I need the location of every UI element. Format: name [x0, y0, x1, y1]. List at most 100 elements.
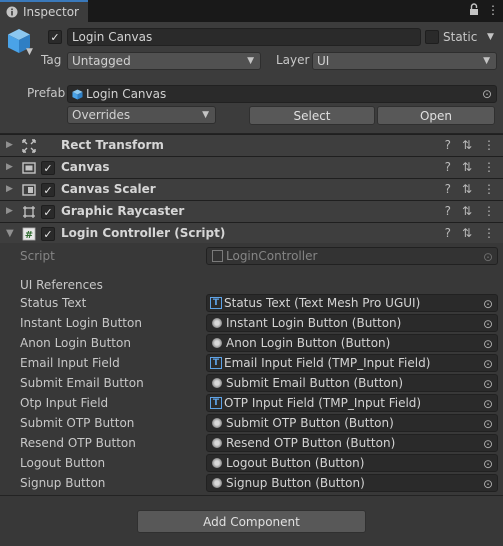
name-field[interactable]: Login Canvas: [67, 28, 421, 46]
object-picker-icon[interactable]: ⊙: [483, 397, 493, 411]
graphic-raycaster-icon: [23, 206, 35, 218]
field-value: Instant Login Button (Button): [226, 316, 402, 330]
object-picker-icon[interactable]: ⊙: [483, 437, 493, 451]
field-signup-button[interactable]: Signup Button (Button) ⊙: [206, 474, 498, 492]
object-picker-icon: ⊙: [482, 250, 493, 264]
layer-value: UI: [317, 54, 330, 68]
field-value: OTP Input Field (TMP_Input Field): [224, 396, 422, 410]
field-value: Submit Email Button (Button): [226, 376, 404, 390]
button-icon: [212, 438, 222, 448]
field-value: Anon Login Button (Button): [226, 336, 391, 350]
field-resend-otp-button[interactable]: Resend OTP Button (Button) ⊙: [206, 434, 498, 452]
preset-icon[interactable]: ⇅: [462, 138, 472, 152]
tab-controls: ⋮: [469, 3, 499, 17]
rect-transform-icon: [22, 139, 36, 153]
component-rect-transform[interactable]: ▶ Rect Transform ? ⇅ ⋮: [0, 134, 503, 156]
component-title: Graphic Raycaster: [61, 204, 185, 218]
component-canvas-scaler[interactable]: ▶ ✓ Canvas Scaler ? ⇅ ⋮: [0, 178, 503, 200]
fold-arrow-icon[interactable]: ▶: [6, 184, 13, 194]
fold-arrow-icon[interactable]: ▶: [6, 140, 13, 150]
menu-dots-icon[interactable]: ⋮: [483, 204, 495, 218]
script-file-icon: [212, 250, 223, 262]
info-icon: [6, 6, 18, 18]
prefab-field[interactable]: Login Canvas ⊙: [67, 85, 497, 103]
static-checkbox[interactable]: [425, 30, 439, 44]
tab-title: Inspector: [23, 5, 79, 19]
object-picker-icon[interactable]: ⊙: [483, 297, 493, 311]
icon-dropdown-arrow[interactable]: ▼: [26, 47, 33, 57]
preset-icon[interactable]: ⇅: [462, 226, 472, 240]
preset-icon[interactable]: ⇅: [462, 160, 472, 174]
menu-dots-icon[interactable]: ⋮: [483, 160, 495, 174]
button-icon: [212, 458, 222, 468]
component-canvas[interactable]: ▶ ✓ Canvas ? ⇅ ⋮: [0, 156, 503, 178]
help-icon[interactable]: ?: [445, 160, 451, 174]
field-logout-button[interactable]: Logout Button (Button) ⊙: [206, 454, 498, 472]
help-icon[interactable]: ?: [445, 182, 451, 196]
script-icon: #: [22, 227, 36, 241]
tab-inspector[interactable]: Inspector: [0, 0, 88, 22]
preset-icon[interactable]: ⇅: [462, 204, 472, 218]
object-picker-icon[interactable]: ⊙: [483, 357, 493, 371]
object-picker-icon[interactable]: ⊙: [482, 87, 492, 101]
divider: [0, 495, 503, 496]
button-icon: [212, 338, 222, 348]
script-label: Script: [20, 249, 55, 263]
enabled-checkbox[interactable]: ✓: [41, 227, 55, 241]
fold-arrow-icon[interactable]: ▶: [6, 206, 13, 216]
component-login-controller[interactable]: ▼ # ✓ Login Controller (Script) ? ⇅ ⋮: [0, 222, 503, 244]
enabled-checkbox[interactable]: ✓: [41, 161, 55, 175]
help-icon[interactable]: ?: [445, 138, 451, 152]
component-tools: ? ⇅ ⋮: [445, 182, 495, 196]
enabled-checkbox[interactable]: ✓: [41, 183, 55, 197]
field-otp-input-field[interactable]: T OTP Input Field (TMP_Input Field) ⊙: [206, 394, 498, 412]
active-checkbox[interactable]: ✓: [48, 30, 62, 44]
open-button[interactable]: Open: [377, 106, 495, 125]
component-title: Login Controller (Script): [61, 226, 226, 240]
tag-value: Untagged: [72, 54, 131, 68]
preset-icon[interactable]: ⇅: [462, 182, 472, 196]
select-button[interactable]: Select: [249, 106, 375, 125]
field-label-anon-login-button: Anon Login Button: [20, 336, 131, 350]
menu-dots-icon[interactable]: ⋮: [483, 138, 495, 152]
field-status-text[interactable]: T Status Text (Text Mesh Pro UGUI) ⊙: [206, 294, 498, 312]
component-graphic-raycaster[interactable]: ▶ ✓ Graphic Raycaster ? ⇅ ⋮: [0, 200, 503, 222]
add-component-button[interactable]: Add Component: [137, 510, 366, 533]
field-instant-login-button[interactable]: Instant Login Button (Button) ⊙: [206, 314, 498, 332]
name-value: Login Canvas: [72, 30, 153, 44]
field-submit-otp-button[interactable]: Submit OTP Button (Button) ⊙: [206, 414, 498, 432]
menu-dots-icon[interactable]: ⋮: [483, 226, 495, 240]
field-label-signup-button: Signup Button: [20, 476, 106, 490]
menu-dots-icon[interactable]: ⋮: [483, 182, 495, 196]
tag-dropdown[interactable]: Untagged ▼: [67, 52, 261, 70]
layer-dropdown[interactable]: UI ▼: [312, 52, 497, 70]
prefab-icon: [72, 88, 83, 100]
component-tools: ? ⇅ ⋮: [445, 226, 495, 240]
login-controller-body: Script LoginController ⊙ UI References S…: [0, 243, 503, 495]
help-icon[interactable]: ?: [445, 204, 451, 218]
lock-icon[interactable]: [469, 3, 479, 16]
component-tools: ? ⇅ ⋮: [445, 204, 495, 218]
static-label: Static: [443, 30, 478, 44]
fold-arrow-expanded-icon[interactable]: ▼: [6, 228, 14, 239]
field-submit-email-button[interactable]: Submit Email Button (Button) ⊙: [206, 374, 498, 392]
field-anon-login-button[interactable]: Anon Login Button (Button) ⊙: [206, 334, 498, 352]
enabled-checkbox[interactable]: ✓: [41, 205, 55, 219]
object-picker-icon[interactable]: ⊙: [483, 477, 493, 491]
tmp-text-icon: T: [210, 297, 222, 309]
field-email-input-field[interactable]: T Email Input Field (TMP_Input Field) ⊙: [206, 354, 498, 372]
object-picker-icon[interactable]: ⊙: [483, 337, 493, 351]
object-picker-icon[interactable]: ⊙: [483, 457, 493, 471]
overrides-dropdown[interactable]: Overrides ▼: [67, 106, 216, 124]
menu-dots-icon[interactable]: ⋮: [487, 3, 499, 17]
button-icon: [212, 418, 222, 428]
field-value: Signup Button (Button): [226, 476, 365, 490]
fold-arrow-icon[interactable]: ▶: [6, 162, 13, 172]
field-label-instant-login-button: Instant Login Button: [20, 316, 142, 330]
object-picker-icon[interactable]: ⊙: [483, 417, 493, 431]
object-picker-icon[interactable]: ⊙: [483, 377, 493, 391]
help-icon[interactable]: ?: [445, 226, 451, 240]
static-dropdown-arrow[interactable]: ▼: [487, 32, 494, 42]
component-tools: ? ⇅ ⋮: [445, 160, 495, 174]
object-picker-icon[interactable]: ⊙: [483, 317, 493, 331]
